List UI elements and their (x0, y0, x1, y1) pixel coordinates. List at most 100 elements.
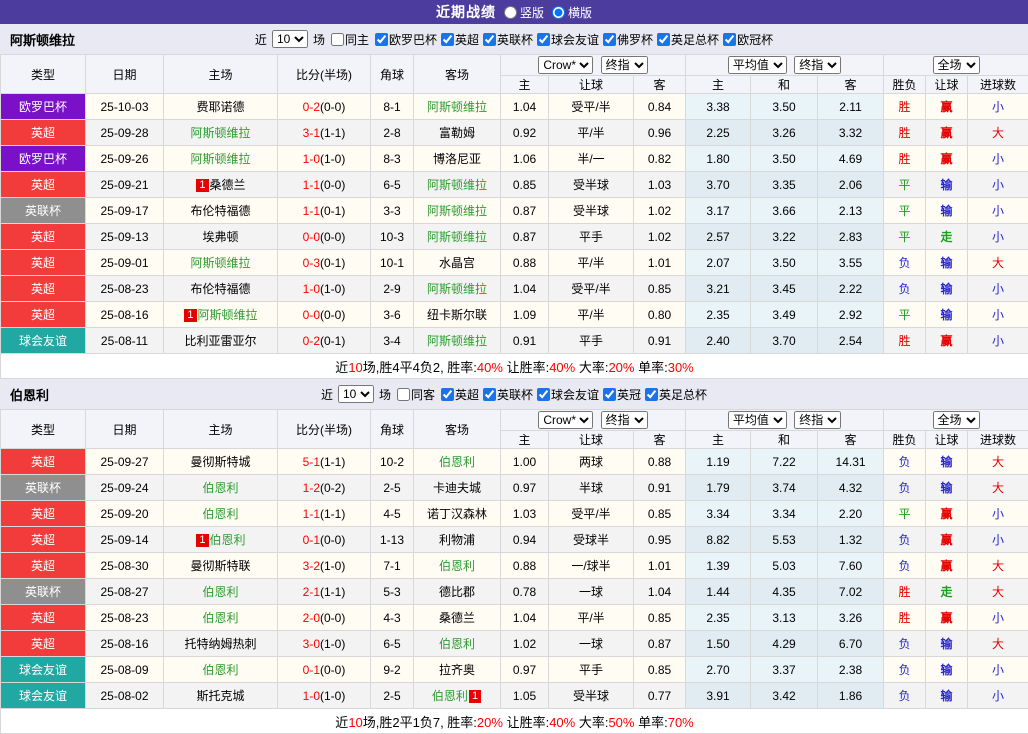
same-venue-checkbox[interactable] (331, 33, 344, 46)
away-team[interactable]: 阿斯顿维拉 (427, 100, 487, 114)
league-filter-item[interactable]: 英联杯 (483, 386, 533, 403)
scope-select[interactable]: 全场 (933, 411, 980, 429)
away-team[interactable]: 卡迪夫城 (433, 481, 481, 495)
layout-option-vertical[interactable]: 竖版 (504, 4, 544, 21)
league-filter-item[interactable]: 英超 (441, 31, 479, 48)
result-indicator: 负 (884, 475, 926, 501)
home-team[interactable]: 阿斯顿维拉 (190, 126, 250, 140)
recent-count-select[interactable]: 10 (338, 385, 374, 403)
home-team[interactable]: 斯托克城 (196, 689, 244, 703)
league-filter-item[interactable]: 欧罗巴杯 (375, 31, 437, 48)
home-team[interactable]: 伯恩利 (202, 585, 238, 599)
away-team[interactable]: 阿斯顿维拉 (427, 178, 487, 192)
home-team[interactable]: 伯恩利 (210, 533, 246, 547)
league-checkbox[interactable] (483, 388, 496, 401)
league-checkbox[interactable] (723, 33, 736, 46)
away-team[interactable]: 伯恩利 (439, 637, 475, 651)
away-team[interactable]: 博洛尼亚 (433, 152, 481, 166)
league-filter-item[interactable]: 佛罗杯 (603, 31, 653, 48)
bookmaker-select[interactable]: Crow* (538, 411, 593, 429)
halftime-score: (1-0) (320, 637, 345, 651)
away-team[interactable]: 水晶宫 (439, 256, 475, 270)
summary-text: 场,胜2平1负7, 胜率: (363, 715, 477, 730)
page-title: 近期战绩 (436, 2, 496, 22)
home-team[interactable]: 桑德兰 (210, 178, 246, 192)
home-team[interactable]: 伯恩利 (202, 481, 238, 495)
scope-select[interactable]: 全场 (933, 56, 980, 74)
league-badge: 球会友谊 (1, 657, 86, 683)
away-team[interactable]: 伯恩利 (439, 455, 475, 469)
same-venue-checkbox[interactable] (397, 388, 410, 401)
league-filter-item[interactable]: 欧冠杯 (723, 31, 773, 48)
home-team[interactable]: 埃弗顿 (202, 230, 238, 244)
league-checkbox[interactable] (441, 388, 454, 401)
away-team[interactable]: 诺丁汉森林 (427, 507, 487, 521)
average-select[interactable]: 平均值 (728, 56, 787, 74)
avg-draw: 3.37 (751, 657, 818, 683)
away-team[interactable]: 利物浦 (439, 533, 475, 547)
fulltime-score: 1-0 (303, 689, 320, 703)
home-team[interactable]: 托特纳姆热刺 (184, 637, 256, 651)
home-team[interactable]: 阿斯顿维拉 (190, 152, 250, 166)
fulltime-score: 1-0 (303, 152, 320, 166)
away-team[interactable]: 阿斯顿维拉 (427, 230, 487, 244)
league-filter-item[interactable]: 英联杯 (483, 31, 533, 48)
average-select[interactable]: 平均值 (728, 411, 787, 429)
away-team[interactable]: 纽卡斯尔联 (427, 308, 487, 322)
league-filter-item[interactable]: 球会友谊 (537, 386, 599, 403)
away-team[interactable]: 德比郡 (439, 585, 475, 599)
away-team[interactable]: 伯恩利 (432, 689, 468, 703)
league-filter-item[interactable]: 英足总杯 (657, 31, 719, 48)
league-checkbox[interactable] (537, 33, 550, 46)
away-team[interactable]: 富勒姆 (439, 126, 475, 140)
recent-count-select[interactable]: 10 (272, 30, 308, 48)
away-team[interactable]: 阿斯顿维拉 (427, 334, 487, 348)
final-odds-select-2[interactable]: 终指 (794, 411, 841, 429)
bookmaker-select[interactable]: Crow* (538, 56, 593, 74)
league-filter-item[interactable]: 英超 (441, 386, 479, 403)
horizontal-radio[interactable] (552, 6, 565, 19)
home-team[interactable]: 布伦特福德 (190, 282, 250, 296)
league-checkbox[interactable] (657, 33, 670, 46)
final-odds-select[interactable]: 终指 (601, 56, 648, 74)
league-checkbox[interactable] (603, 33, 616, 46)
away-team[interactable]: 桑德兰 (439, 611, 475, 625)
home-team[interactable]: 比利亚雷亚尔 (184, 334, 256, 348)
result-indicator: 负 (884, 553, 926, 579)
home-team[interactable]: 伯恩利 (202, 663, 238, 677)
final-odds-select-2[interactable]: 终指 (794, 56, 841, 74)
away-team[interactable]: 伯恩利 (439, 559, 475, 573)
home-team[interactable]: 阿斯顿维拉 (190, 256, 250, 270)
league-filter-item[interactable]: 英足总杯 (645, 386, 707, 403)
league-checkbox[interactable] (483, 33, 496, 46)
vertical-radio[interactable] (504, 6, 517, 19)
away-team[interactable]: 阿斯顿维拉 (427, 282, 487, 296)
home-team[interactable]: 曼彻斯特城 (190, 455, 250, 469)
away-team[interactable]: 阿斯顿维拉 (427, 204, 487, 218)
away-team-cell: 利物浦 (414, 527, 501, 553)
final-odds-select[interactable]: 终指 (601, 411, 648, 429)
match-date: 25-09-27 (86, 449, 164, 475)
home-team[interactable]: 布伦特福德 (190, 204, 250, 218)
league-checkbox[interactable] (645, 388, 658, 401)
league-filter-item[interactable]: 英冠 (603, 386, 641, 403)
team-name: 阿斯顿维拉 (10, 30, 75, 49)
league-checkbox[interactable] (441, 33, 454, 46)
home-team[interactable]: 伯恩利 (202, 507, 238, 521)
home-team[interactable]: 曼彻斯特联 (190, 559, 250, 573)
league-checkbox[interactable] (537, 388, 550, 401)
result-indicator: 负 (884, 683, 926, 709)
match-date: 25-08-27 (86, 579, 164, 605)
home-team[interactable]: 费耶诺德 (196, 100, 244, 114)
layout-option-horizontal[interactable]: 横版 (552, 4, 592, 21)
league-filter-item[interactable]: 球会友谊 (537, 31, 599, 48)
same-venue-toggle[interactable]: 同客 (397, 386, 435, 403)
league-label: 佛罗杯 (617, 31, 653, 48)
home-team[interactable]: 阿斯顿维拉 (198, 308, 258, 322)
league-checkbox[interactable] (375, 33, 388, 46)
league-checkbox[interactable] (603, 388, 616, 401)
halftime-score: (0-0) (320, 533, 345, 547)
same-venue-toggle[interactable]: 同主 (331, 31, 369, 48)
home-team[interactable]: 伯恩利 (202, 611, 238, 625)
away-team[interactable]: 拉齐奥 (439, 663, 475, 677)
